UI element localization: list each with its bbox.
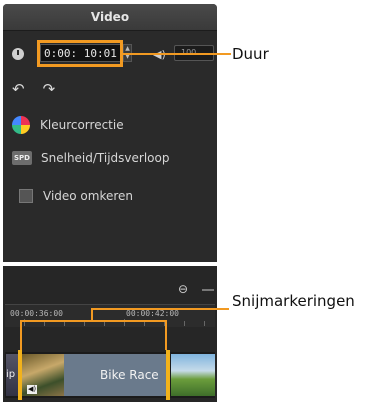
speed-item[interactable]: SPD Snelheid/Tijdsverloop xyxy=(12,151,169,165)
rotate-right-icon[interactable]: ↷ xyxy=(43,80,74,98)
ruler-tick-label-2: 00:00:42:00 xyxy=(126,309,179,318)
audio-icon: ◀) xyxy=(27,385,37,394)
rotate-left-icon[interactable]: ↶ xyxy=(12,80,43,98)
zoom-out-icon[interactable]: ⊖ xyxy=(178,282,188,296)
rotate-buttons: ↶↷ xyxy=(12,80,73,98)
next-clip[interactable] xyxy=(171,354,215,396)
clip-title: Bike Race xyxy=(100,368,159,382)
speed-icon: SPD xyxy=(12,151,32,165)
panel-title: Video xyxy=(3,4,217,31)
color-correction-item[interactable]: Kleurcorrectie xyxy=(12,116,124,134)
trim-marker-start[interactable] xyxy=(18,350,22,400)
duration-callout: Duur xyxy=(232,45,269,63)
speed-label: Snelheid/Tijdsverloop xyxy=(41,151,170,165)
clock-icon xyxy=(12,48,24,60)
trim-callout-left-leg xyxy=(20,320,22,350)
color-correction-label: Kleurcorrectie xyxy=(40,118,124,132)
duration-highlight-box xyxy=(37,40,123,67)
reverse-video-checkbox[interactable] xyxy=(19,189,33,203)
zoom-slider[interactable] xyxy=(202,289,214,291)
ruler-tick xyxy=(184,321,185,326)
trim-callout-right-leg xyxy=(165,320,167,350)
trim-callout-line xyxy=(91,308,229,310)
color-wheel-icon xyxy=(12,116,30,134)
reverse-video-label: Video omkeren xyxy=(43,189,134,203)
trim-callout-bracket xyxy=(20,320,167,322)
duration-callout-line xyxy=(123,53,231,55)
duration-row xyxy=(12,48,24,60)
reverse-video-item[interactable]: Video omkeren xyxy=(12,189,133,203)
ruler-tick xyxy=(204,321,205,326)
trim-marker-end[interactable] xyxy=(166,350,170,400)
ruler-tick-label-1: 00:00:36:00 xyxy=(10,309,63,318)
trim-markers-callout: Snijmarkeringen xyxy=(232,292,355,310)
